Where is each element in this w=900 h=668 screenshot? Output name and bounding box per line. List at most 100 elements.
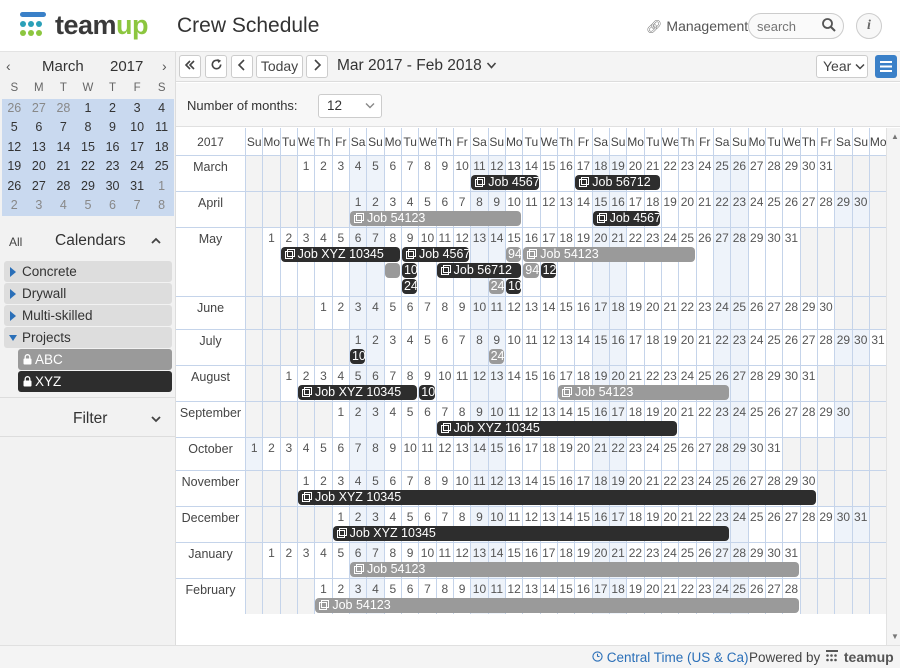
event-bar[interactable]: Job 4567 [401,247,470,262]
today-button[interactable]: Today [256,55,303,78]
day-cell[interactable]: 25 [660,438,678,471]
day-cell[interactable]: 18 [539,438,557,471]
caret-right-icon[interactable] [9,311,18,321]
calendar-item[interactable]: Concrete [4,261,172,282]
day-cell[interactable]: 18 [556,228,574,297]
menu-button[interactable] [875,55,897,78]
day-cell[interactable]: 21 [695,192,713,228]
day-cell[interactable]: 22 [695,402,713,438]
day-cell[interactable]: 14 [470,438,488,471]
event-bar[interactable]: 10 [505,279,522,294]
day-cell[interactable]: 5 [331,543,349,579]
day-cell[interactable]: 4 [400,330,418,366]
event-bar[interactable]: Job 4567 [471,175,539,190]
day-cell[interactable]: 9 [383,438,401,471]
day-cell[interactable]: 7 [366,228,384,297]
day-cell[interactable]: 6 [400,297,418,330]
calendar-item[interactable]: Drywall [4,283,172,304]
day-cell[interactable]: 6 [418,402,435,438]
filter-section[interactable]: Filter [0,397,176,437]
day-cell[interactable]: 2 [348,402,367,438]
day-cell[interactable]: 30 [816,297,834,330]
event-bar[interactable]: 10 [401,263,418,278]
day-cell[interactable]: 1 [262,543,279,579]
day-cell[interactable]: 21 [591,438,609,471]
day-cell[interactable]: 20 [574,438,591,471]
day-cell[interactable]: 27 [764,297,782,330]
mini-calendar-day[interactable]: 1 [149,176,174,196]
event-bar[interactable]: 10 [419,385,435,400]
mini-calendar-day[interactable]: 24 [124,157,150,177]
event-bar[interactable]: Job XYZ 10345 [297,385,418,400]
day-cell[interactable]: 18 [643,330,661,366]
day-cell[interactable]: 12 [504,297,522,330]
mini-calendar-day[interactable]: 27 [26,98,52,118]
day-cell[interactable]: 28 [712,438,731,471]
day-cell[interactable]: 20 [643,297,661,330]
event-bar[interactable]: Job 54123 [349,562,799,577]
event-bar[interactable]: Job 54123 [315,598,799,613]
day-cell[interactable]: 27 [799,192,817,228]
event-bar[interactable]: 12 [540,263,556,278]
day-cell[interactable]: 2 [279,228,297,297]
day-cell[interactable]: 24 [712,297,731,330]
mini-calendar-day[interactable]: 27 [26,176,52,196]
mini-calendar-day[interactable]: 20 [26,157,52,177]
day-cell[interactable]: 6 [348,228,367,297]
mini-calendar-day[interactable]: 2 [100,98,125,118]
day-cell[interactable]: 28 [799,507,817,543]
day-cell[interactable]: 31 [868,330,886,366]
day-cell[interactable]: 11 [452,366,470,402]
day-cell[interactable]: 14 [574,330,591,366]
day-cell[interactable]: 9 [435,156,453,192]
day-cell[interactable]: 28 [816,330,834,366]
day-cell[interactable]: 10 [400,438,418,471]
mini-calendar-day[interactable]: 23 [100,157,125,177]
day-cell[interactable]: 20 [678,330,695,366]
mini-calendar-day[interactable]: 22 [75,157,101,177]
day-cell[interactable]: 2 [279,543,297,579]
day-cell[interactable]: 23 [730,330,748,366]
event-bar[interactable]: Job 54123 [557,385,730,400]
day-cell[interactable]: 27 [747,156,765,192]
day-cell[interactable]: 5 [331,228,349,297]
day-cell[interactable]: 19 [626,297,643,330]
day-cell[interactable]: 11 [418,438,435,471]
day-cell[interactable]: 23 [678,156,695,192]
day-cell[interactable]: 3 [279,438,297,471]
day-cell[interactable]: 29 [834,192,852,228]
day-cell[interactable]: 16 [504,438,522,471]
prev-range-button[interactable] [231,55,253,78]
day-cell[interactable]: 30 [834,507,852,543]
day-cell[interactable]: 11 [522,330,539,366]
day-cell[interactable]: 7 [418,297,435,330]
day-cell[interactable]: 26 [782,330,799,366]
mini-calendar-day[interactable]: 25 [149,157,174,177]
day-cell[interactable]: 10 [418,228,435,297]
mini-calendar-day[interactable]: 18 [149,137,174,157]
day-cell[interactable]: 10 [452,156,470,192]
day-cell[interactable]: 24 [730,507,748,543]
day-cell[interactable]: 25 [678,228,695,297]
day-cell[interactable]: 27 [695,438,713,471]
sub-calendar-item[interactable]: ABC [18,349,172,370]
event-bar[interactable]: Job 56712 [436,263,522,278]
event-bar[interactable] [384,263,400,278]
day-cell[interactable]: 21 [660,297,678,330]
event-bar[interactable]: 94 [505,247,522,262]
mini-calendar-month[interactable]: March [42,58,84,75]
day-cell[interactable]: 24 [730,402,748,438]
day-cell[interactable]: 15 [539,156,557,192]
info-button[interactable]: i [856,13,882,39]
day-cell[interactable]: 27 [799,330,817,366]
day-cell[interactable]: 30 [851,330,869,366]
day-cell[interactable]: 12 [435,438,453,471]
mini-calendar-day[interactable]: 11 [149,118,174,138]
event-bar[interactable]: 10 [349,349,366,364]
mini-calendar-day[interactable]: 5 [2,118,27,138]
day-cell[interactable]: 28 [747,366,765,402]
mini-calendar-day[interactable]: 7 [51,118,76,138]
day-cell[interactable]: 20 [591,228,609,297]
day-cell[interactable]: 31 [782,228,799,297]
mini-calendar-day[interactable]: 16 [100,137,125,157]
